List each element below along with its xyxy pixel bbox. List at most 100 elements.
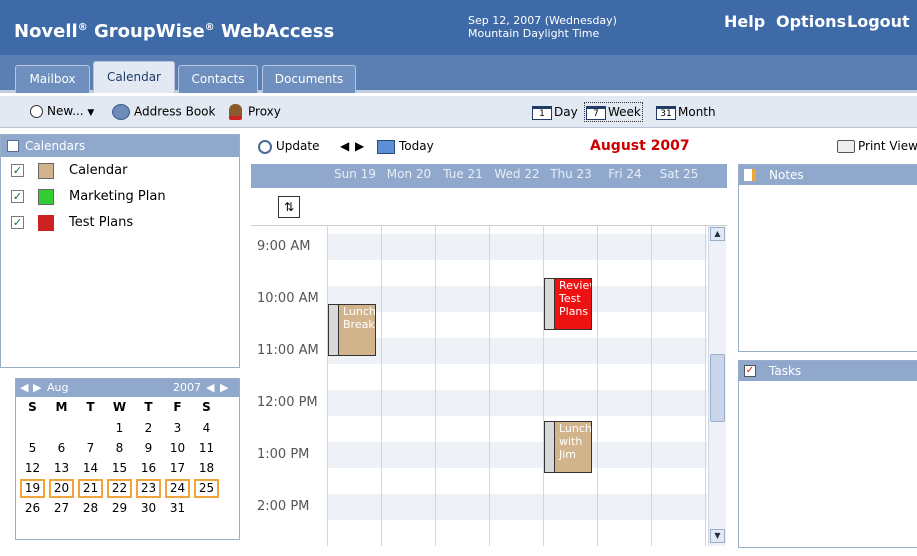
time-slot[interactable]: [327, 338, 707, 364]
mini-calendar-day[interactable]: 11: [194, 439, 219, 458]
mini-calendar-day[interactable]: 2: [136, 419, 161, 438]
mini-calendar-day[interactable]: 6: [49, 439, 74, 458]
current-date: Sep 12, 2007 (Wednesday) Mountain Dayligh…: [468, 14, 617, 40]
calendars-header: Calendars: [1, 135, 239, 157]
grid-scrollbar[interactable]: ▲ ▼: [708, 226, 726, 546]
today-button[interactable]: Today: [377, 139, 434, 154]
day-header-mon-20[interactable]: Mon 20: [382, 167, 436, 181]
appointment[interactable]: Lunch Break: [328, 304, 376, 356]
mini-calendar-day[interactable]: 15: [107, 459, 132, 478]
time-slot[interactable]: [327, 520, 707, 546]
proxy-icon: [229, 104, 242, 120]
day-header-tue-21[interactable]: Tue 21: [436, 167, 490, 181]
tab-calendar[interactable]: Calendar: [93, 61, 175, 93]
time-slot[interactable]: [327, 312, 707, 338]
time-slot[interactable]: [327, 416, 707, 442]
mini-calendar-day[interactable]: 24: [165, 479, 190, 498]
time-slot[interactable]: [327, 468, 707, 494]
expand-toggle-icon[interactable]: ⇅: [278, 196, 300, 218]
checkbox-marketing-plan[interactable]: ✓: [11, 190, 24, 203]
mini-calendar-day[interactable]: 30: [136, 499, 161, 518]
time-slot[interactable]: [327, 286, 707, 312]
tab-documents[interactable]: Documents: [262, 65, 356, 93]
mini-calendar-day[interactable]: 28: [78, 499, 103, 518]
notes-header: Notes: [739, 165, 917, 185]
toolbar: New... ▼ Address Book Proxy 1 Day 7 Week 3…: [0, 96, 917, 128]
calendar-item[interactable]: ✓ Marketing Plan: [1, 185, 239, 209]
mini-calendar-day[interactable]: 17: [165, 459, 190, 478]
mini-calendar-day[interactable]: 14: [78, 459, 103, 478]
time-slot[interactable]: [327, 234, 707, 260]
mini-calendar-day[interactable]: 23: [136, 479, 161, 498]
checkbox-test-plans[interactable]: ✓: [11, 216, 24, 229]
scroll-up-icon[interactable]: ▲: [710, 227, 725, 241]
address-book-button[interactable]: Address Book: [112, 104, 215, 120]
time-slot[interactable]: [327, 260, 707, 286]
mini-calendar-day[interactable]: 13: [49, 459, 74, 478]
mini-calendar-day[interactable]: 22: [107, 479, 132, 498]
appointment[interactable]: Review Test Plans: [544, 278, 592, 330]
calendar-item[interactable]: ✓ Calendar: [1, 159, 239, 183]
mini-calendar-day[interactable]: 9: [136, 439, 161, 458]
new-button[interactable]: New... ▼: [30, 104, 94, 118]
mini-calendar-day[interactable]: 1: [107, 419, 132, 438]
prev-month-icon[interactable]: ◀: [20, 379, 28, 397]
mini-calendar-day[interactable]: 7: [78, 439, 103, 458]
mini-calendar-day[interactable]: 16: [136, 459, 161, 478]
next-year-icon[interactable]: ▶: [220, 379, 228, 397]
month-view-button[interactable]: 31 Month: [655, 103, 716, 121]
mini-calendar-day[interactable]: 29: [107, 499, 132, 518]
mini-calendar-day[interactable]: 3: [165, 419, 190, 438]
mini-calendar-day[interactable]: 5: [20, 439, 45, 458]
time-slot[interactable]: [327, 494, 707, 520]
time-slot[interactable]: [327, 364, 707, 390]
tab-mailbox[interactable]: Mailbox: [15, 65, 90, 93]
mini-calendar-day-name: S: [202, 400, 211, 414]
next-week-icon[interactable]: ▶: [355, 139, 364, 153]
prev-year-icon[interactable]: ◀: [206, 379, 214, 397]
logout-link[interactable]: Logout: [847, 12, 910, 31]
prev-week-icon[interactable]: ◀: [340, 139, 349, 153]
mini-calendar-day[interactable]: 25: [194, 479, 219, 498]
time-slot[interactable]: [327, 390, 707, 416]
appointment-text: Review Test Plans: [559, 279, 591, 318]
appointment[interactable]: Lunch with Jim: [544, 421, 592, 473]
mini-calendar-day[interactable]: 21: [78, 479, 103, 498]
scroll-down-icon[interactable]: ▼: [710, 529, 725, 543]
print-view-button[interactable]: Print View: [837, 139, 917, 153]
time-slot[interactable]: [327, 442, 707, 468]
day-header-thu-23[interactable]: Thu 23: [544, 167, 598, 181]
refresh-icon: [258, 139, 272, 154]
proxy-button[interactable]: Proxy: [229, 104, 281, 120]
mini-calendar-day[interactable]: [78, 419, 103, 438]
mini-calendar-day[interactable]: 19: [20, 479, 45, 498]
mini-calendar-day[interactable]: 10: [165, 439, 190, 458]
mini-calendar-day[interactable]: 8: [107, 439, 132, 458]
day-view-button[interactable]: 1 Day: [531, 103, 578, 121]
week-view-button[interactable]: 7 Week: [584, 102, 643, 122]
day-header-sat-25[interactable]: Sat 25: [652, 167, 706, 181]
checkbox-calendar[interactable]: ✓: [11, 164, 24, 177]
options-link[interactable]: Options: [776, 12, 846, 31]
mini-calendar-day[interactable]: 20: [49, 479, 74, 498]
mini-calendar-day[interactable]: [49, 419, 74, 438]
tab-contacts[interactable]: Contacts: [178, 65, 258, 93]
next-month-icon[interactable]: ▶: [33, 379, 41, 397]
update-button[interactable]: Update: [258, 139, 319, 154]
scroll-thumb[interactable]: [710, 354, 725, 422]
app-header: Novell® GroupWise® WebAccess Sep 12, 200…: [0, 0, 917, 55]
day-header-fri-24[interactable]: Fri 24: [598, 167, 652, 181]
calendar-item[interactable]: ✓ Test Plans: [1, 211, 239, 235]
help-link[interactable]: Help: [724, 12, 765, 31]
mini-calendar-day[interactable]: [20, 419, 45, 438]
mini-calendar-day[interactable]: 12: [20, 459, 45, 478]
mini-calendar-day[interactable]: 26: [20, 499, 45, 518]
mini-calendar-day[interactable]: 4: [194, 419, 219, 438]
mini-calendar-day[interactable]: [194, 499, 219, 518]
mini-calendar-day[interactable]: 27: [49, 499, 74, 518]
time-label: 2:00 PM: [257, 499, 310, 514]
day-header-sun-19[interactable]: Sun 19: [328, 167, 382, 181]
mini-calendar-day[interactable]: 31: [165, 499, 190, 518]
mini-calendar-day[interactable]: 18: [194, 459, 219, 478]
day-header-wed-22[interactable]: Wed 22: [490, 167, 544, 181]
